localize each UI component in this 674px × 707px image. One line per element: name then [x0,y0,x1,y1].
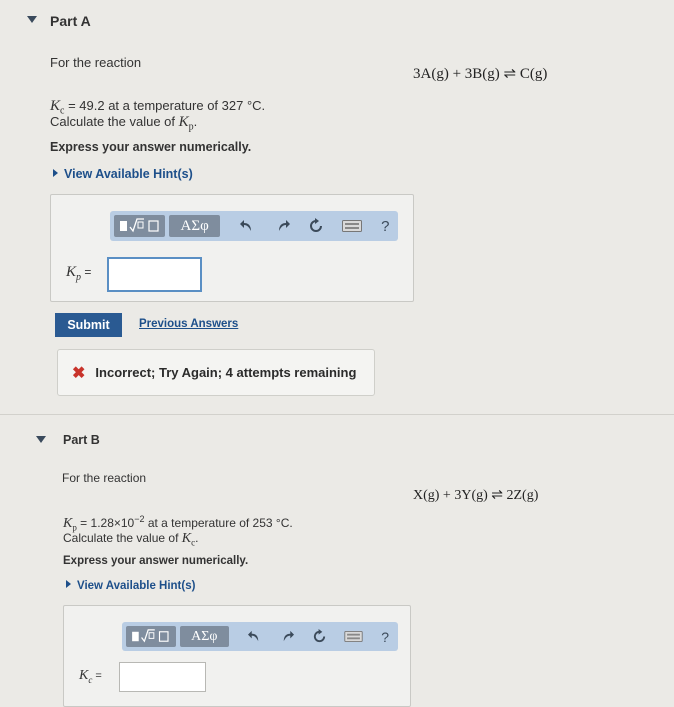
given-kc-text: = 49.2 at a temperature of 327 °C. [64,98,266,113]
keyboard-icon[interactable] [340,626,366,648]
calc-end: . [193,114,198,129]
part-b-collapse-icon[interactable] [36,436,46,443]
calc-kc-symbol: K [181,531,192,546]
given-kp-pre: = 1.28×10 [76,516,135,530]
part-b-intro: For the reaction [62,471,147,485]
part-b-title: Part B [63,433,100,447]
part-a-instruction: Express your answer numerically. [50,140,252,154]
expand-triangle-icon [53,169,58,177]
part-b-equation: X(g) + 3Y(g) ⇌ 2Z(g) [413,488,539,503]
feedback-text: Incorrect; Try Again; 4 attempts remaini… [95,365,357,380]
part-a-hint-link[interactable]: View Available Hint(s) [53,167,193,181]
part-a-collapse-icon[interactable] [27,16,37,23]
part-a-answer-label: Kp = [66,264,91,283]
part-b-hint-link[interactable]: View Available Hint(s) [66,580,195,592]
answer-kp-symbol: K [66,264,77,280]
part-b-math-toolbar: ΑΣφ ? [122,622,398,651]
undo-icon[interactable] [241,626,267,648]
part-a-title: Part A [50,13,91,29]
reset-icon[interactable] [303,215,329,237]
greek-symbols-button[interactable]: ΑΣφ [179,626,230,647]
calc-b-text: Calculate the value of [63,531,182,545]
greek-symbols-button[interactable]: ΑΣφ [169,215,221,237]
previous-answers-link[interactable]: Previous Answers [139,318,238,330]
part-a-equation: 3A(g) + 3B(g) ⇌ C(g) [413,66,548,82]
redo-icon[interactable] [270,215,296,237]
calc-kp-symbol: K [178,114,189,130]
calc-text: Calculate the value of [50,114,179,129]
given-kc-symbol: K [50,98,61,114]
hint-label: View Available Hint(s) [64,167,193,181]
expand-triangle-icon [66,580,71,588]
part-a-feedback: ✖ Incorrect; Try Again; 4 attempts remai… [57,349,375,396]
part-a-math-toolbar: ΑΣφ ? [110,211,398,241]
templates-icon [119,218,159,233]
given-kp-symbol: K [63,516,73,531]
given-kp-text: at a temperature of 253 °C. [144,516,293,530]
help-button[interactable]: ? [372,626,398,648]
incorrect-x-icon: ✖ [72,364,86,382]
kc-answer-input[interactable] [119,662,206,692]
answer-kc-symbol: K [79,668,89,683]
part-a-calc: Calculate the value of Kp. [50,114,197,133]
answer-kc-eq: = [92,670,102,682]
kp-answer-input[interactable] [107,257,202,292]
reset-icon[interactable] [307,626,333,648]
hint-label: View Available Hint(s) [77,580,196,592]
templates-button[interactable] [114,215,166,237]
undo-icon[interactable] [234,215,260,237]
templates-button[interactable] [126,626,176,647]
part-b-answer-label: Kc = [79,668,102,685]
part-a-intro: For the reaction [50,55,142,70]
submit-button[interactable]: Submit [55,313,122,337]
section-divider [0,414,674,415]
part-b-calc: Calculate the value of Kc. [63,531,198,547]
part-b-given: Kp = 1.28×10−2 at a temperature of 253 °… [63,514,293,532]
redo-icon[interactable] [275,626,301,648]
help-button[interactable]: ? [372,215,398,237]
given-kp-exp: −2 [134,514,145,524]
part-b-answer-box [63,605,411,707]
templates-icon [131,629,169,643]
answer-kp-eq: = [81,265,92,279]
calc-b-end: . [195,531,199,545]
keyboard-icon[interactable] [339,215,365,237]
part-b-instruction: Express your answer numerically. [63,555,249,567]
